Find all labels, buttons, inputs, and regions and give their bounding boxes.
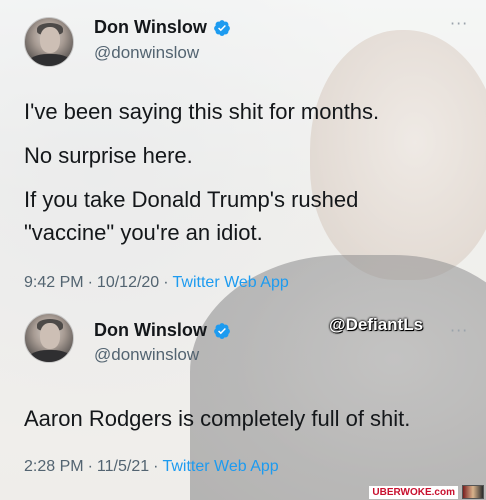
meta-separator: ·: [87, 458, 93, 475]
brand-logo-text[interactable]: UBERWOKE.com: [369, 485, 458, 499]
avatar-face: [40, 323, 60, 349]
more-options-icon[interactable]: ···: [450, 14, 468, 33]
tweet-meta: 9:42 PM · 10/12/20 · Twitter Web App: [24, 274, 289, 292]
meta-separator: ·: [153, 458, 159, 475]
avatar-shirt: [28, 350, 72, 362]
display-name[interactable]: Don Winslow: [94, 17, 231, 38]
tweet-meta: 2:28 PM · 11/5/21 · Twitter Web App: [24, 458, 279, 476]
tweet-text-line: I've been saying this shit for months.: [24, 99, 380, 124]
verified-badge-icon: [213, 19, 230, 36]
tweet-source-app[interactable]: Twitter Web App: [173, 274, 289, 291]
display-name-text[interactable]: Don Winslow: [94, 320, 207, 341]
tweet-time[interactable]: 2:28 PM: [24, 458, 84, 475]
handle[interactable]: @donwinslow: [94, 43, 199, 63]
avatar-face: [40, 27, 60, 53]
meta-separator: ·: [163, 274, 169, 291]
tweet-text-line: If you take Donald Trump's rushed: [24, 187, 359, 212]
display-name-text[interactable]: Don Winslow: [94, 17, 207, 38]
tweet-text-line: No surprise here.: [24, 143, 193, 168]
handle[interactable]: @donwinslow: [94, 345, 199, 365]
tweet-card[interactable]: Don Winslow @donwinslow @DefiantLs ··· A…: [0, 300, 486, 490]
tweet-date[interactable]: 10/12/20: [97, 274, 159, 291]
tweet-date[interactable]: 11/5/21: [97, 458, 149, 475]
tweet-time[interactable]: 9:42 PM: [24, 274, 84, 291]
footer-brand: UBERWOKE.com: [330, 484, 486, 500]
verified-badge-icon: [213, 322, 230, 339]
avatar-shirt: [28, 54, 72, 66]
more-options-icon[interactable]: ···: [450, 321, 468, 340]
display-name[interactable]: Don Winslow: [94, 320, 231, 341]
meta-separator: ·: [87, 274, 93, 291]
tweet-card[interactable]: Don Winslow @donwinslow ··· I've been sa…: [0, 0, 486, 300]
avatar[interactable]: [24, 313, 74, 363]
watermark-handle: @DefiantLs: [329, 315, 424, 334]
brand-thumbnail-icon: [462, 485, 484, 499]
tweet-text-line: "vaccine" you're an idiot.: [24, 220, 263, 245]
avatar[interactable]: [24, 17, 74, 67]
tweet-source-app[interactable]: Twitter Web App: [162, 458, 278, 475]
tweet-text-line: Aaron Rodgers is completely full of shit…: [24, 406, 411, 431]
